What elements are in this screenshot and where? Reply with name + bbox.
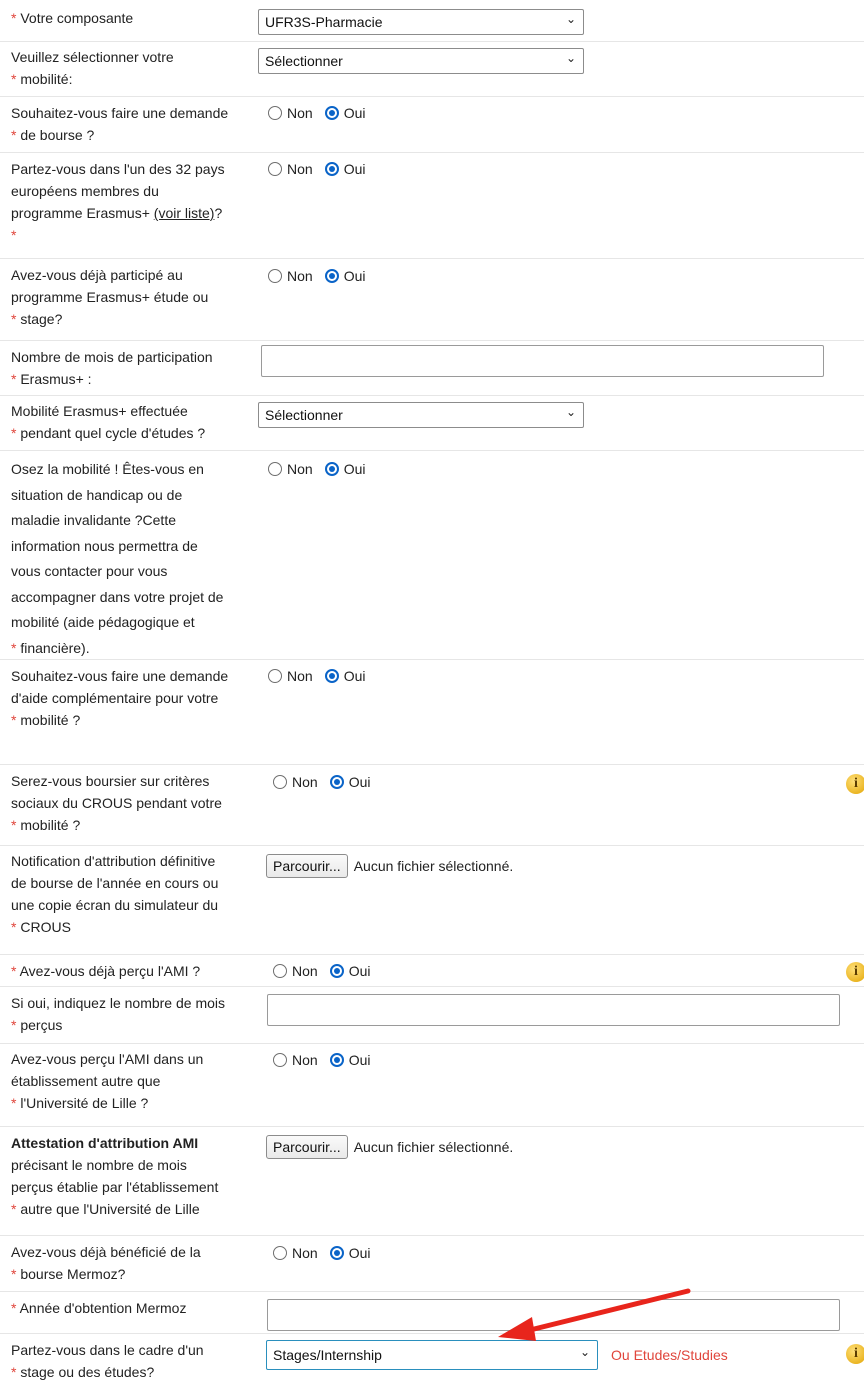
crous-radio-oui[interactable]: Oui bbox=[329, 774, 370, 790]
label-cadre: Partez-vous dans le cadre d'un * stage o… bbox=[11, 1342, 204, 1380]
info-icon[interactable]: i bbox=[846, 962, 864, 982]
row-pays: Partez-vous dans l'un des 32 pays europé… bbox=[0, 153, 864, 259]
row-notif: Notification d'attribution définitive de… bbox=[0, 846, 864, 955]
info-icon[interactable]: i bbox=[846, 774, 864, 794]
amimois-input[interactable] bbox=[267, 994, 840, 1026]
label-crous: Serez-vous boursier sur critères sociaux… bbox=[11, 773, 222, 833]
aide-radio-group: Non Oui bbox=[268, 668, 377, 684]
handicap-radio-group: Non Oui bbox=[268, 461, 377, 477]
mermoz-radio-group: Non Oui bbox=[273, 1245, 382, 1261]
label-mermoz: Avez-vous déjà bénéficié de la * bourse … bbox=[11, 1244, 201, 1282]
mermoz-radio-oui[interactable]: Oui bbox=[329, 1245, 370, 1261]
ami-radio-group: Non Oui bbox=[273, 963, 382, 979]
ami-radio-non[interactable]: Non bbox=[273, 963, 318, 979]
row-nbmois: Nombre de mois de participation * Erasmu… bbox=[0, 341, 864, 396]
crous-radio-group: Non Oui bbox=[273, 774, 382, 790]
cadre-hint: Ou Etudes/Studies bbox=[611, 1347, 728, 1363]
amiautre-radio-group: Non Oui bbox=[273, 1052, 382, 1068]
participe-radio-group: Non Oui bbox=[268, 268, 377, 284]
row-aide: Souhaitez-vous faire une demande d'aide … bbox=[0, 660, 864, 765]
row-attest: Attestation d'attribution AMI précisant … bbox=[0, 1127, 864, 1236]
notif-file-input: Parcourir... Aucun fichier sélectionné. bbox=[266, 854, 513, 878]
bourse-radio-oui[interactable]: Oui bbox=[324, 105, 365, 121]
amiautre-radio-oui[interactable]: Oui bbox=[329, 1052, 370, 1068]
pays-radio-non[interactable]: Non bbox=[268, 161, 313, 177]
label-aide: Souhaitez-vous faire une demande d'aide … bbox=[11, 668, 229, 728]
bourse-radio-group: Non Oui bbox=[268, 105, 377, 121]
pays-radio-oui[interactable]: Oui bbox=[324, 161, 365, 177]
bourse-radio-non[interactable]: Non bbox=[268, 105, 313, 121]
label-composante: * Votre composante bbox=[11, 10, 134, 26]
label-notif: Notification d'attribution définitive de… bbox=[11, 853, 219, 935]
attest-file-status: Aucun fichier sélectionné. bbox=[353, 1139, 514, 1155]
annee-mermoz-input[interactable] bbox=[267, 1299, 840, 1331]
row-composante: * Votre composante UFR3S-Pharmacie ⌄ bbox=[0, 0, 864, 42]
label-nbmois: Nombre de mois de participation * Erasmu… bbox=[11, 349, 213, 387]
participe-radio-oui[interactable]: Oui bbox=[324, 268, 365, 284]
row-handicap: Osez la mobilité ! Êtes-vous en situatio… bbox=[0, 451, 864, 660]
handicap-radio-non[interactable]: Non bbox=[268, 461, 313, 477]
mobilite-select[interactable]: Sélectionner bbox=[258, 48, 584, 74]
label-attest: Attestation d'attribution AMI précisant … bbox=[11, 1135, 219, 1217]
required-mark: * bbox=[11, 10, 17, 26]
ami-radio-oui[interactable]: Oui bbox=[329, 963, 370, 979]
attest-browse-button[interactable]: Parcourir... bbox=[266, 1135, 348, 1159]
pays-radio-group: Non Oui bbox=[268, 161, 377, 177]
cadre-select[interactable]: Stages/Internship bbox=[266, 1340, 598, 1370]
voir-liste-link[interactable]: (voir liste) bbox=[154, 205, 215, 221]
label-amimois: Si oui, indiquez le nombre de mois * per… bbox=[11, 995, 226, 1033]
label-handicap: Osez la mobilité ! Êtes-vous en situatio… bbox=[11, 461, 224, 656]
amiautre-radio-non[interactable]: Non bbox=[273, 1052, 318, 1068]
row-participe: Avez-vous déjà participé au programme Er… bbox=[0, 259, 864, 341]
composante-select[interactable]: UFR3S-Pharmacie bbox=[258, 9, 584, 35]
aide-radio-oui[interactable]: Oui bbox=[324, 668, 365, 684]
row-amiautre: Avez-vous perçu l'AMI dans un établissem… bbox=[0, 1044, 864, 1127]
row-ami: * Avez-vous déjà perçu l'AMI ? Non Oui i bbox=[0, 955, 864, 987]
mermoz-radio-non[interactable]: Non bbox=[273, 1245, 318, 1261]
label-amiautre: Avez-vous perçu l'AMI dans un établissem… bbox=[11, 1051, 204, 1111]
row-annee: * Année d'obtention Mermoz bbox=[0, 1292, 864, 1334]
handicap-radio-oui[interactable]: Oui bbox=[324, 461, 365, 477]
label-bourse: Souhaitez-vous faire une demande * de bo… bbox=[11, 105, 229, 143]
notif-file-status: Aucun fichier sélectionné. bbox=[353, 858, 514, 874]
label-mobilite: Veuillez sélectionner votre * mobilité: bbox=[11, 49, 174, 87]
cycle-select[interactable]: Sélectionner bbox=[258, 402, 584, 428]
required-mark: * bbox=[11, 227, 17, 243]
row-mermoz: Avez-vous déjà bénéficié de la * bourse … bbox=[0, 1236, 864, 1292]
label-participe: Avez-vous déjà participé au programme Er… bbox=[11, 267, 209, 327]
nbmois-input[interactable] bbox=[261, 345, 824, 377]
label-ami: * Avez-vous déjà perçu l'AMI ? bbox=[11, 963, 201, 979]
row-mobilite: Veuillez sélectionner votre * mobilité: … bbox=[0, 42, 864, 97]
crous-radio-non[interactable]: Non bbox=[273, 774, 318, 790]
label-cycle: Mobilité Erasmus+ effectuée * pendant qu… bbox=[11, 403, 206, 441]
participe-radio-non[interactable]: Non bbox=[268, 268, 313, 284]
label-annee: * Année d'obtention Mermoz bbox=[11, 1300, 187, 1316]
row-cadre: Partez-vous dans le cadre d'un * stage o… bbox=[0, 1334, 864, 1385]
aide-radio-non[interactable]: Non bbox=[268, 668, 313, 684]
row-crous: Serez-vous boursier sur critères sociaux… bbox=[0, 765, 864, 846]
notif-browse-button[interactable]: Parcourir... bbox=[266, 854, 348, 878]
info-icon[interactable]: i bbox=[846, 1344, 864, 1364]
attest-file-input: Parcourir... Aucun fichier sélectionné. bbox=[266, 1135, 513, 1159]
row-amimois: Si oui, indiquez le nombre de mois * per… bbox=[0, 987, 864, 1044]
row-cycle: Mobilité Erasmus+ effectuée * pendant qu… bbox=[0, 396, 864, 451]
row-bourse: Souhaitez-vous faire une demande * de bo… bbox=[0, 97, 864, 153]
label-pays: Partez-vous dans l'un des 32 pays europé… bbox=[11, 158, 261, 246]
